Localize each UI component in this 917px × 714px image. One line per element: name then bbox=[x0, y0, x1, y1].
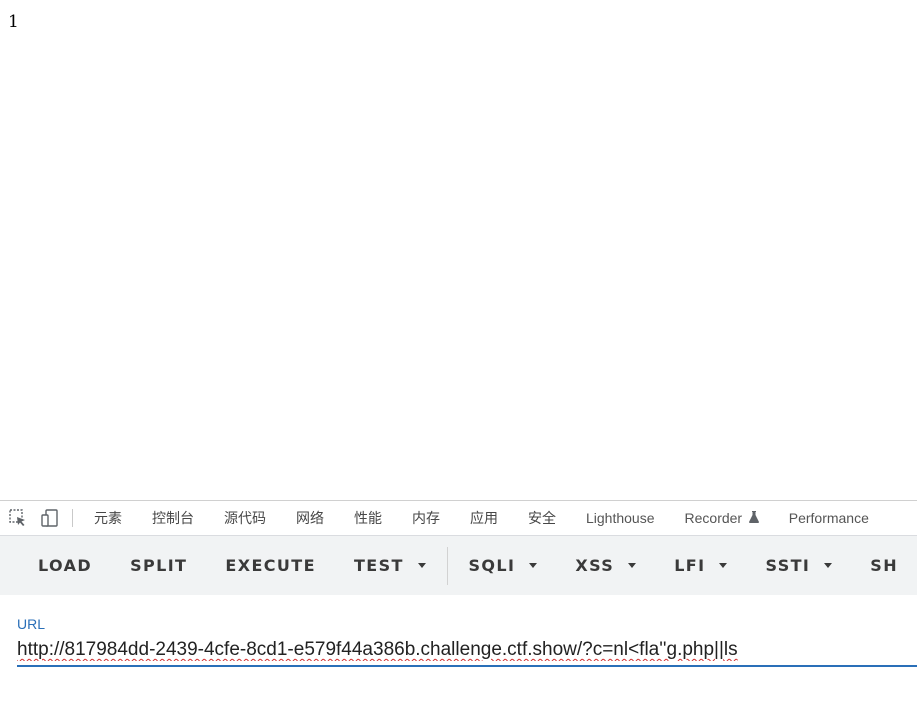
split-button[interactable]: SPLIT bbox=[111, 536, 206, 595]
tab-security[interactable]: 安全 bbox=[513, 501, 571, 535]
tab-performance[interactable]: Performance bbox=[774, 501, 884, 535]
test-dropdown-button[interactable]: TEST bbox=[335, 536, 445, 595]
caret-down-icon bbox=[417, 563, 426, 568]
tab-console[interactable]: 控制台 bbox=[137, 501, 209, 535]
caret-down-icon bbox=[719, 563, 728, 568]
tab-elements[interactable]: 元素 bbox=[79, 501, 137, 535]
experimental-flask-icon bbox=[745, 510, 759, 526]
xss-label: XSS bbox=[575, 556, 615, 575]
execute-button[interactable]: EXECUTE bbox=[206, 536, 335, 595]
devtools-tabbar: 元素 控制台 源代码 网络 性能 内存 应用 安全 Lighthouse Rec… bbox=[0, 501, 917, 536]
page-output-text: 1 bbox=[8, 12, 19, 32]
test-label: TEST bbox=[353, 556, 404, 575]
tab-performance-cn[interactable]: 性能 bbox=[339, 501, 397, 535]
url-label: URL bbox=[17, 616, 46, 632]
tab-recorder-label: Recorder bbox=[684, 509, 743, 526]
shell-dropdown-button[interactable]: SH bbox=[851, 536, 917, 595]
ssti-label: SSTI bbox=[765, 556, 811, 575]
inspect-element-icon[interactable] bbox=[8, 508, 28, 528]
tab-lighthouse[interactable]: Lighthouse bbox=[571, 501, 670, 535]
caret-down-icon bbox=[824, 563, 833, 568]
url-field-container: URL bbox=[17, 615, 917, 673]
devtools-panel: 元素 控制台 源代码 网络 性能 内存 应用 安全 Lighthouse Rec… bbox=[0, 500, 917, 714]
tabbar-separator bbox=[72, 509, 73, 527]
page-viewport: 1 bbox=[0, 0, 917, 500]
sqli-label: SQLI bbox=[468, 556, 516, 575]
caret-down-icon bbox=[628, 563, 637, 568]
tab-network[interactable]: 网络 bbox=[281, 501, 339, 535]
toolbar-divider bbox=[446, 546, 448, 585]
ssti-dropdown-button[interactable]: SSTI bbox=[746, 536, 851, 595]
sqli-dropdown-button[interactable]: SQLI bbox=[449, 536, 556, 595]
lfi-label: LFI bbox=[674, 556, 706, 575]
browser-window: 1 元素 控制台 源代码 网络 性能 内存 应用 安全 Lighthouse R… bbox=[0, 0, 917, 714]
tab-sources[interactable]: 源代码 bbox=[209, 501, 281, 535]
caret-down-icon bbox=[529, 563, 538, 568]
tab-application[interactable]: 应用 bbox=[455, 501, 513, 535]
xss-dropdown-button[interactable]: XSS bbox=[556, 536, 655, 595]
hackbar-toolbar: LOAD SPLIT EXECUTE TEST SQLI XSS LFI SST… bbox=[0, 536, 917, 595]
lfi-dropdown-button[interactable]: LFI bbox=[655, 536, 746, 595]
tab-memory[interactable]: 内存 bbox=[397, 501, 455, 535]
url-input[interactable] bbox=[17, 637, 917, 667]
device-toolbar-icon[interactable] bbox=[40, 508, 60, 528]
load-button[interactable]: LOAD bbox=[0, 536, 111, 595]
tab-recorder[interactable]: Recorder bbox=[670, 501, 774, 535]
